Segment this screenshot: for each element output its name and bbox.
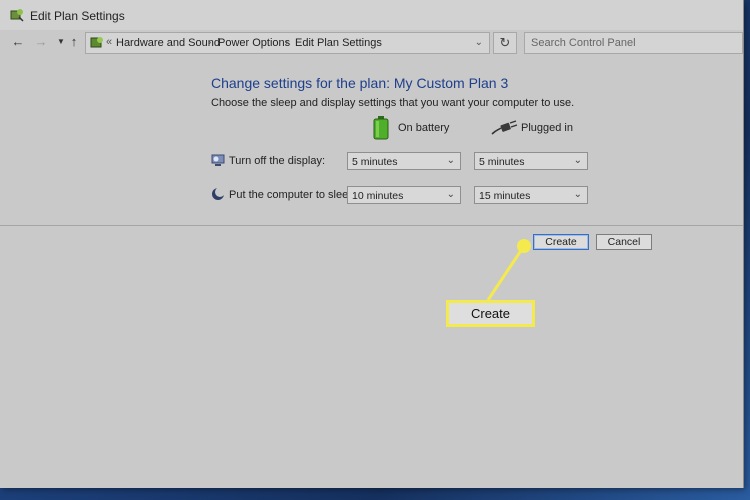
callout-connector: [486, 239, 531, 301]
create-callout-label: Create: [446, 300, 535, 327]
